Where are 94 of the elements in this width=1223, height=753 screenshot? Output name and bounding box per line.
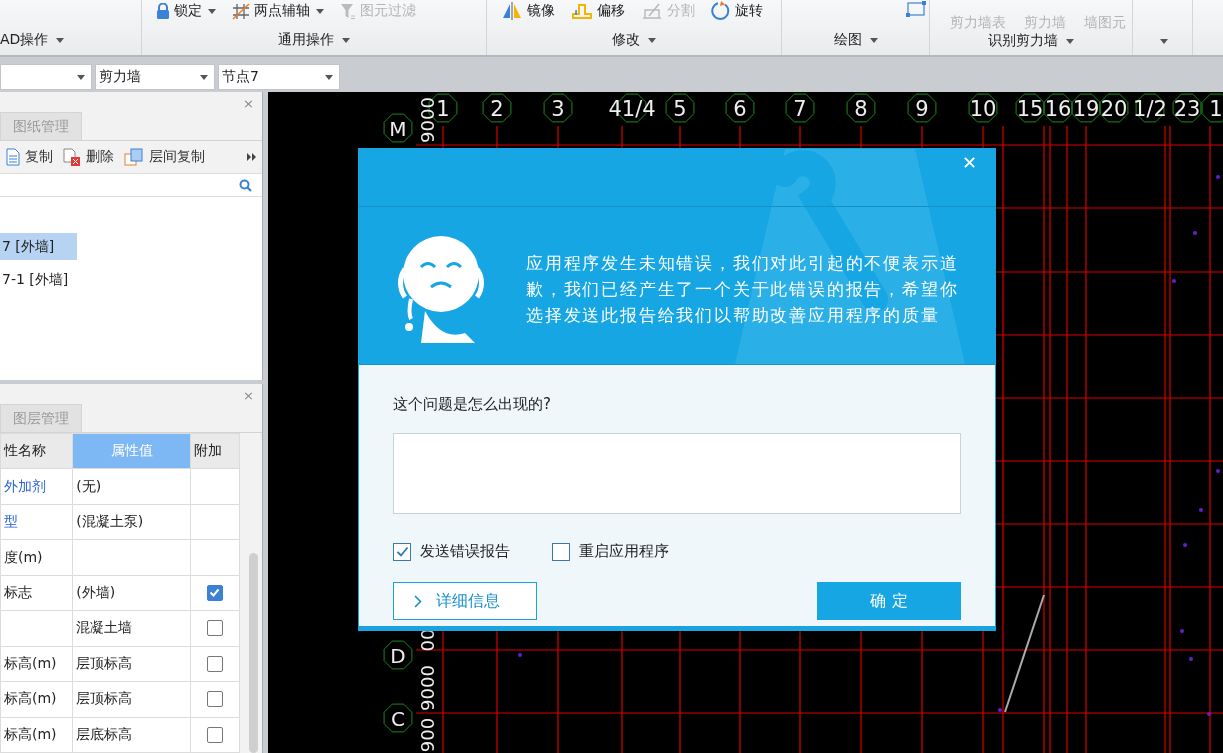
point-marker <box>1216 175 1220 179</box>
ribbon-button[interactable]: 旋转 <box>711 1 763 21</box>
point-marker <box>1216 469 1220 473</box>
offset-icon <box>571 2 593 20</box>
checkbox[interactable] <box>207 620 224 637</box>
grid-axis-icon <box>232 2 250 20</box>
rectangle-icon[interactable] <box>906 1 926 17</box>
table-cell: 层底标高 <box>72 717 191 753</box>
dropdown-field[interactable] <box>0 64 92 90</box>
point-marker <box>518 653 522 657</box>
table-cell: 混凝土墙 <box>72 610 191 647</box>
search-icon <box>239 178 252 192</box>
column-header: 属性值 <box>72 433 191 469</box>
dimension-text: 900 <box>417 717 438 753</box>
axis-bubble: D <box>383 640 413 670</box>
checkmark-icon <box>395 545 409 558</box>
axis-bubble: 19 <box>1071 93 1101 123</box>
axis-bubble: C <box>383 703 413 733</box>
rotate-icon <box>711 1 731 21</box>
toolbar-button[interactable]: 复制 <box>6 148 53 166</box>
table-cell: 标志 <box>0 575 73 611</box>
ribbon-group-label[interactable]: 识别剪力墙 <box>988 32 1074 50</box>
checkbox[interactable] <box>207 584 224 601</box>
table-cell: (混凝土泵) <box>72 504 191 540</box>
point-marker <box>1193 231 1197 235</box>
checkbox[interactable] <box>552 542 570 561</box>
delete-document-icon <box>63 148 81 166</box>
tree-item[interactable]: 7 [外墙] <box>0 233 77 260</box>
axis-bubble: 15 <box>1015 93 1045 123</box>
table-cell: 标高(m) <box>0 646 73 682</box>
table-cell: 层顶标高 <box>72 681 191 717</box>
column-header: 附加 <box>190 433 240 469</box>
axis-bubble: 20 <box>1099 93 1129 123</box>
axis-bubble: 2 <box>482 93 512 123</box>
axis-bubble: 3 <box>543 93 573 123</box>
table-cell[interactable]: 外加剂 <box>0 468 73 505</box>
option-label[interactable]: 重启应用程序 <box>579 542 669 561</box>
toolbar-button[interactable]: 删除 <box>63 148 114 166</box>
overflow-icon[interactable] <box>247 153 256 161</box>
ribbon-button[interactable]: 两点辅轴 <box>232 2 324 20</box>
ribbon-group-label[interactable]: AD操作 <box>0 31 65 49</box>
ribbon-group-label[interactable]: 修改 <box>612 31 656 49</box>
copy-layers-icon <box>124 148 144 166</box>
details-button[interactable]: 详细信息 <box>393 582 537 620</box>
axis-bubble: 16 <box>1043 93 1073 123</box>
table-cell: (无) <box>72 468 191 505</box>
tree-item[interactable]: 7-1 [外墙] <box>0 266 77 293</box>
axis-bubble: 8 <box>846 93 876 123</box>
document-icon <box>6 148 20 166</box>
point-marker <box>1189 657 1193 661</box>
axis-bubble: 6 <box>725 93 755 123</box>
axis-bubble: 10 <box>968 93 998 123</box>
column-header: 性名称 <box>0 433 73 469</box>
axis-bubble: 1 <box>1201 93 1223 123</box>
checkbox[interactable] <box>207 726 224 743</box>
answer-field[interactable] <box>393 433 961 514</box>
error-message: 应用程序发生未知错误，我们对此引起的不便表示道歉，我们已经产生了一个关于此错误的报告，希望你选择发送此报告给我们以帮助改善应用程序的质量 <box>526 252 960 327</box>
ribbon-button[interactable]: 锁定 <box>156 2 216 20</box>
table-cell: 度(m) <box>0 539 73 576</box>
table-cell: (外墙) <box>72 575 191 611</box>
option-label[interactable]: 发送错误报告 <box>420 542 510 561</box>
checkbox[interactable] <box>207 655 224 672</box>
dimension-text: 9000 <box>417 665 438 711</box>
chevron-icon <box>414 594 422 608</box>
axis-bubble: 9 <box>907 93 937 123</box>
toolbar-button[interactable]: 层间复制 <box>124 148 205 166</box>
scrollbar-thumb[interactable] <box>248 553 258 753</box>
point-marker <box>1172 279 1176 283</box>
dropdown-field[interactable]: 节点7 <box>218 64 340 90</box>
point-marker <box>1180 629 1184 633</box>
ribbon-button[interactable]: 偏移 <box>571 2 625 20</box>
checkbox[interactable] <box>207 691 224 708</box>
point-marker <box>998 708 1002 712</box>
axis-bubble: 23 <box>1172 93 1202 123</box>
table-cell: 层顶标高 <box>72 646 191 682</box>
table-cell: 标高(m) <box>0 681 73 717</box>
point-marker <box>1207 712 1211 716</box>
search-field[interactable] <box>0 174 262 197</box>
axis-bubble: 1/2 <box>1133 93 1167 123</box>
axis-bubble: 5 <box>665 93 695 123</box>
axis-bubble: M <box>383 113 413 143</box>
table-cell[interactable]: 型 <box>0 504 73 540</box>
ribbon-group-label[interactable]: 通用操作 <box>278 31 350 49</box>
point-marker <box>1199 508 1203 512</box>
mirror-icon <box>501 2 523 20</box>
lock-icon <box>156 2 170 20</box>
ribbon-group-label[interactable]: 绘图 <box>833 31 878 49</box>
dropdown-field[interactable]: 剪力墙 <box>95 64 215 90</box>
point-marker <box>1183 543 1187 547</box>
checkbox[interactable] <box>393 542 411 561</box>
ribbon-button[interactable]: 镜像 <box>501 2 555 20</box>
axis-bubble: 7 <box>785 93 815 123</box>
question-label: 这个问题是怎么出现的? <box>393 395 552 414</box>
table-cell: 标高(m) <box>0 717 73 753</box>
